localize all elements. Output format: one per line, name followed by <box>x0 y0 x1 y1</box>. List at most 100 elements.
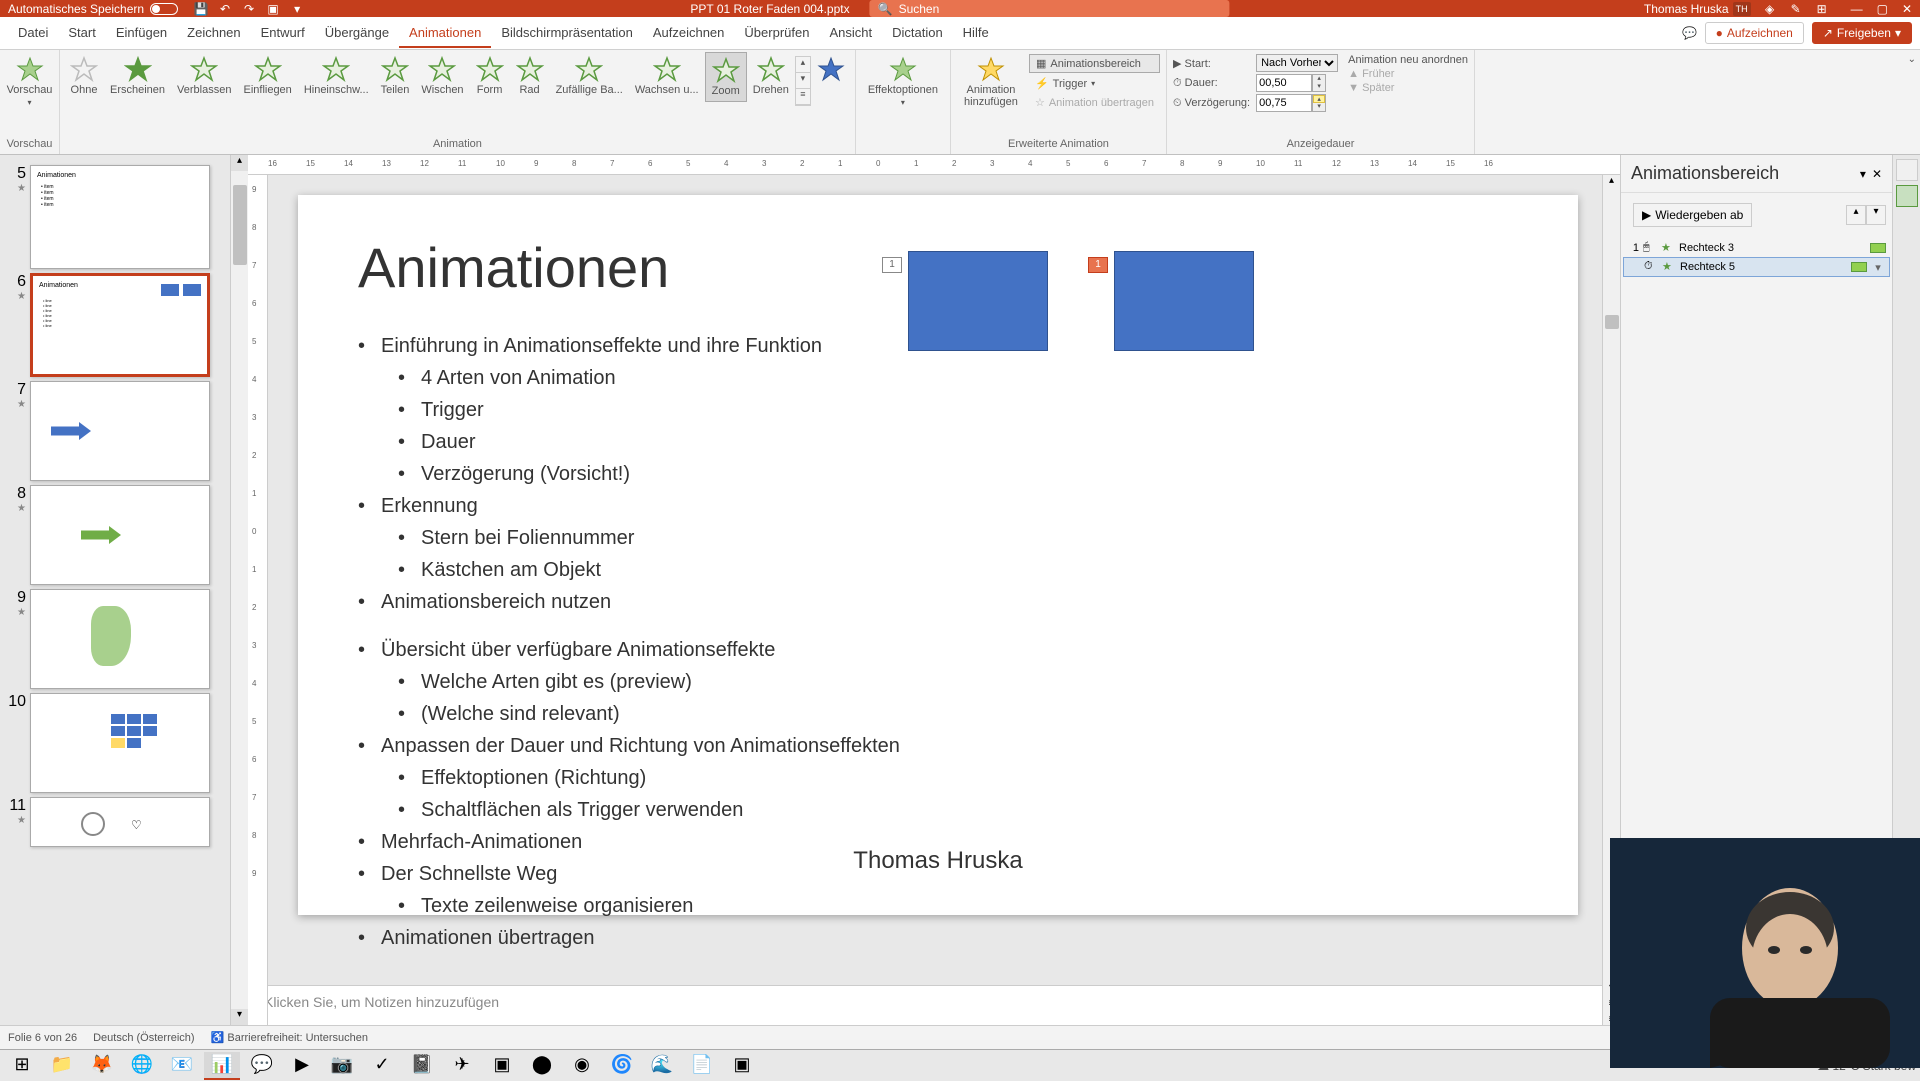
language-indicator[interactable]: Deutsch (Österreich) <box>93 1032 194 1044</box>
effect-zuflligeba[interactable]: Zufällige Ba... <box>550 52 629 100</box>
word-icon[interactable]: 📄 <box>684 1052 720 1080</box>
animation-tag-2[interactable]: 1 <box>1088 257 1108 273</box>
effect-wischen[interactable]: Wischen <box>415 52 469 100</box>
qat-more-icon[interactable]: ▾ <box>290 2 304 16</box>
trigger-button[interactable]: ⚡Trigger▾ <box>1029 75 1160 92</box>
maximize-icon[interactable]: ▢ <box>1877 2 1888 16</box>
rectangle-3[interactable] <box>908 251 1048 351</box>
pane-tab-2[interactable] <box>1896 185 1918 207</box>
pane-tab-1[interactable] <box>1896 159 1918 181</box>
menu-entwurf[interactable]: Entwurf <box>251 19 315 48</box>
start-select[interactable]: Nach Vorher... <box>1256 54 1338 72</box>
slide-thumbnail-11[interactable]: ♡ <box>30 797 210 847</box>
ribbon-collapse-icon[interactable]: ⌄ <box>1904 50 1920 154</box>
effect-teilen[interactable]: Teilen <box>375 52 416 100</box>
edge-icon[interactable]: 🌊 <box>644 1052 680 1080</box>
comments-icon[interactable]: 💬 <box>1683 26 1697 40</box>
redo-icon[interactable]: ↷ <box>242 2 256 16</box>
delay-input[interactable] <box>1256 94 1312 112</box>
menu-animationen[interactable]: Animationen <box>399 19 491 48</box>
file-name[interactable]: PPT 01 Roter Faden 004.pptx <box>690 2 849 16</box>
effect-verblassen[interactable]: Verblassen <box>171 52 237 100</box>
menu-ansicht[interactable]: Ansicht <box>819 19 882 48</box>
menu-hilfe[interactable]: Hilfe <box>953 19 999 48</box>
duration-input[interactable] <box>1256 74 1312 92</box>
close-icon[interactable]: ✕ <box>1902 2 1912 16</box>
slide-thumbnail-5[interactable]: Animationen • item• item• item• item <box>30 165 210 269</box>
outlook-icon[interactable]: 📧 <box>164 1052 200 1080</box>
animation-tag-1[interactable]: 1 <box>882 257 902 273</box>
play-from-button[interactable]: ▶Wiedergeben ab <box>1633 203 1752 227</box>
share-button[interactable]: ↗Freigeben▾ <box>1812 22 1912 44</box>
effect-wachsenu[interactable]: Wachsen u... <box>629 52 705 100</box>
effect-hineinschw[interactable]: Hineinschw... <box>298 52 375 100</box>
todoist-icon[interactable]: ✓ <box>364 1052 400 1080</box>
app-icon[interactable]: 💬 <box>244 1052 280 1080</box>
add-animation-button[interactable]: Animation hinzufügen <box>955 52 1027 112</box>
anim-item-1[interactable]: ⏱★Rechteck 5▾ <box>1623 257 1890 277</box>
app-icon-5[interactable]: ▣ <box>724 1052 760 1080</box>
menu-datei[interactable]: Datei <box>8 19 58 48</box>
undo-icon[interactable]: ↶ <box>218 2 232 16</box>
obs-icon[interactable]: ⬤ <box>524 1052 560 1080</box>
slide-canvas[interactable]: Animationen Einführung in Animationseffe… <box>298 195 1578 915</box>
minimize-icon[interactable]: — <box>1851 2 1863 16</box>
move-down-button[interactable]: ▾ <box>1866 205 1886 225</box>
rectangle-5[interactable] <box>1114 251 1254 351</box>
accessibility-checker[interactable]: ♿ Barrierefreiheit: Untersuchen <box>211 1031 368 1044</box>
duration-spinner[interactable]: ▴▾ <box>1312 74 1326 92</box>
app-icon-4[interactable]: 🌀 <box>604 1052 640 1080</box>
effect-extra[interactable] <box>811 52 851 86</box>
explorer-icon[interactable]: 📁 <box>44 1052 80 1080</box>
telegram-icon[interactable]: ✈ <box>444 1052 480 1080</box>
move-up-button[interactable]: ▴ <box>1846 205 1866 225</box>
effect-rad[interactable]: Rad <box>510 52 550 100</box>
menu-start[interactable]: Start <box>58 19 105 48</box>
menu-aufzeichnen[interactable]: Aufzeichnen <box>643 19 735 48</box>
menu-einfügen[interactable]: Einfügen <box>106 19 177 48</box>
thumbnails-scrollbar[interactable]: ▴▾ <box>230 155 248 1025</box>
gallery-more[interactable]: ▴▾≡ <box>795 56 811 106</box>
effect-erscheinen[interactable]: Erscheinen <box>104 52 171 100</box>
record-button[interactable]: ●Aufzeichnen <box>1705 22 1804 44</box>
window-icon[interactable]: ⊞ <box>1815 2 1829 16</box>
onenote-icon[interactable]: 📓 <box>404 1052 440 1080</box>
anim-item-0[interactable]: 1🖱★Rechteck 3 <box>1623 239 1890 257</box>
slide-thumbnail-6[interactable]: Animationen • line• line• line• line• li… <box>30 273 210 377</box>
start-button[interactable]: ⊞ <box>4 1052 40 1080</box>
notes-pane[interactable]: Klicken Sie, um Notizen hinzuzufügen <box>248 985 1620 1025</box>
effect-ohne[interactable]: Ohne <box>64 52 104 100</box>
menu-bildschirmpräsentation[interactable]: Bildschirmpräsentation <box>491 19 643 48</box>
chrome-icon[interactable]: 🌐 <box>124 1052 160 1080</box>
effect-options-button[interactable]: Effektoptionen ▾ <box>860 52 946 111</box>
menu-überprüfen[interactable]: Überprüfen <box>734 19 819 48</box>
menu-dictation[interactable]: Dictation <box>882 19 953 48</box>
rec-icon[interactable]: ◉ <box>564 1052 600 1080</box>
search-input[interactable]: 🔍 Suchen <box>870 0 1230 17</box>
present-icon[interactable]: ▣ <box>266 2 280 16</box>
firefox-icon[interactable]: 🦊 <box>84 1052 120 1080</box>
slide-thumbnail-10[interactable] <box>30 693 210 793</box>
slide-thumbnail-9[interactable] <box>30 589 210 689</box>
user-account[interactable]: Thomas Hruska TH <box>1644 2 1751 16</box>
save-icon[interactable]: 💾 <box>194 2 208 16</box>
menu-zeichnen[interactable]: Zeichnen <box>177 19 250 48</box>
pane-close-icon[interactable]: ✕ <box>1872 167 1882 181</box>
menu-übergänge[interactable]: Übergänge <box>315 19 399 48</box>
delay-spinner[interactable]: ▴▾ <box>1312 94 1326 112</box>
slide-thumbnail-7[interactable] <box>30 381 210 481</box>
effect-drehen[interactable]: Drehen <box>747 52 795 100</box>
vlc-icon[interactable]: ▶ <box>284 1052 320 1080</box>
effect-form[interactable]: Form <box>470 52 510 100</box>
slide-thumbnail-8[interactable] <box>30 485 210 585</box>
effect-zoom[interactable]: Zoom <box>705 52 747 102</box>
draw-icon[interactable]: ✎ <box>1789 2 1803 16</box>
effect-einfliegen[interactable]: Einfliegen <box>237 52 297 100</box>
preview-button[interactable]: Vorschau ▾ <box>4 52 55 111</box>
app-icon-3[interactable]: ▣ <box>484 1052 520 1080</box>
autosave-toggle[interactable] <box>150 3 178 15</box>
app-icon-2[interactable]: 📷 <box>324 1052 360 1080</box>
animation-pane-button[interactable]: ▦Animationsbereich <box>1029 54 1160 73</box>
diamond-icon[interactable]: ◈ <box>1763 2 1777 16</box>
slide-author[interactable]: Thomas Hruska <box>853 847 1022 875</box>
